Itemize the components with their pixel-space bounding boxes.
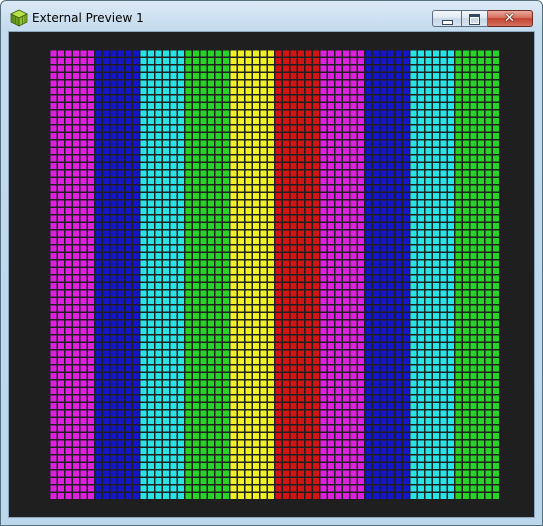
close-icon: ✕ [504,11,515,26]
caption-buttons: ✕ [432,10,533,28]
preview-window: External Preview 1 ✕ [0,0,543,526]
green-cube-icon [10,9,28,27]
color-bar-8 [364,49,409,499]
minimize-icon [442,20,453,25]
color-bars-pattern [49,49,499,499]
title-bar[interactable]: External Preview 1 ✕ [1,1,542,31]
window-title: External Preview 1 [32,11,144,25]
color-bar-1 [49,49,94,499]
color-bar-9 [409,49,454,499]
color-bar-2 [94,49,139,499]
color-bar-6 [274,49,319,499]
maximize-icon [469,14,480,25]
color-bar-4 [184,49,229,499]
preview-canvas[interactable] [8,31,535,518]
maximize-button[interactable] [461,10,488,27]
color-bar-10 [454,49,499,499]
color-bar-5 [229,49,274,499]
color-bar-7 [319,49,364,499]
minimize-button[interactable] [432,10,461,27]
color-bar-3 [139,49,184,499]
close-button[interactable]: ✕ [488,10,533,27]
